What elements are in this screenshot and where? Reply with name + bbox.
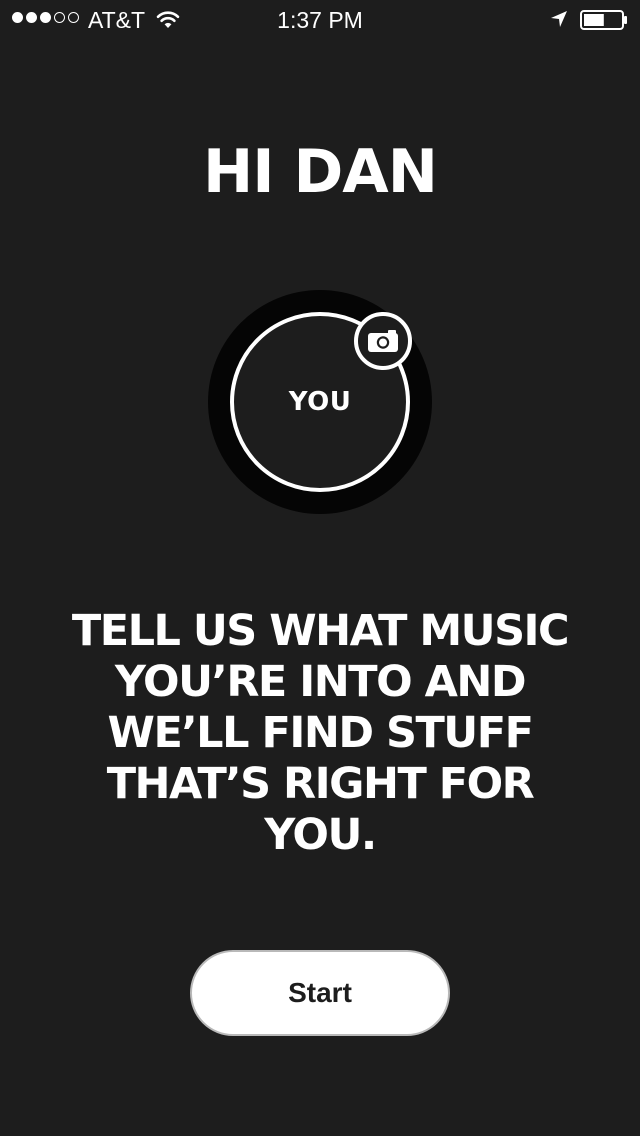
status-time: 1:37 PM [277,7,363,33]
battery-level-fill [584,14,604,26]
avatar-label: YOU [288,387,352,417]
intro-message-line: YOU. [264,810,377,860]
intro-message-line: THAT’S RIGHT FOR [106,759,535,809]
intro-message-line: WE’LL FIND STUFF [107,708,534,758]
location-arrow-icon [551,11,567,27]
intro-message-line: TELL US WHAT MUSIC [71,606,570,656]
intro-message-line: YOU’RE INTO AND [114,657,527,707]
greeting-title: HI DAN [203,137,438,207]
start-button[interactable]: Start [190,950,450,1036]
intro-message: TELL US WHAT MUSIC YOU’RE INTO AND WE’LL… [0,606,640,861]
status-bar: AT&T 1:37 PM [0,0,640,40]
camera-button[interactable] [354,312,412,370]
camera-icon [368,330,398,352]
battery-icon [580,10,627,30]
